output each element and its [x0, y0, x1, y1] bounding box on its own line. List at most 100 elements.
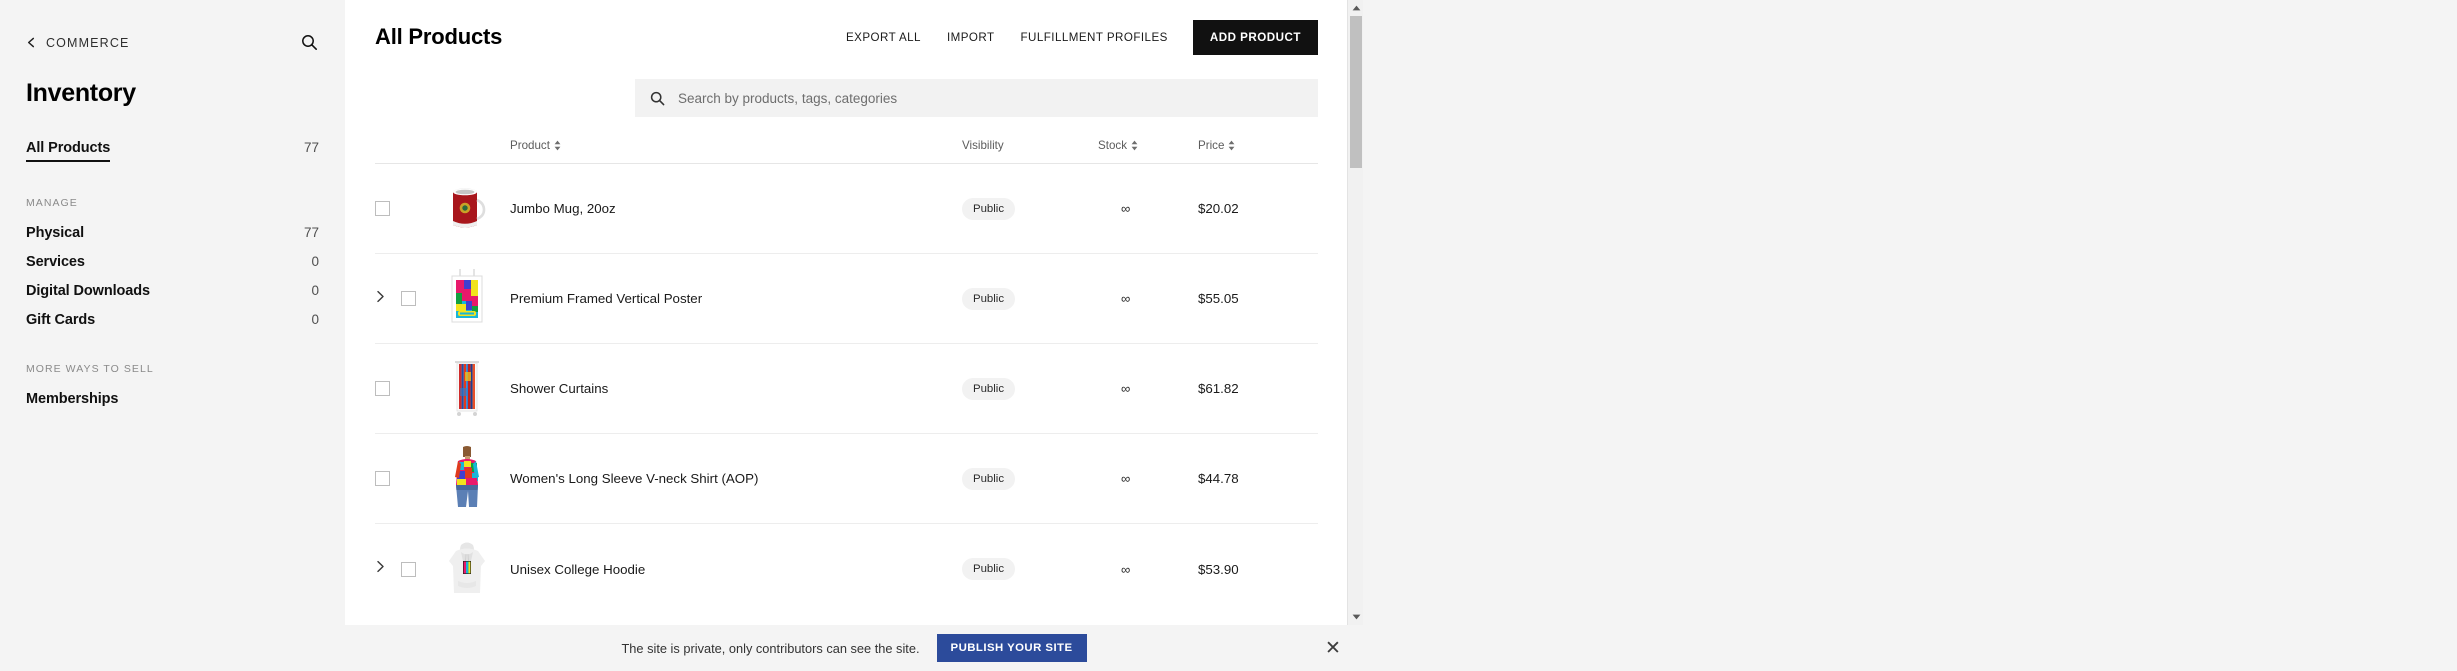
page-title: All Products: [375, 24, 503, 49]
banner-message: The site is private, only contributors c…: [621, 640, 920, 656]
chevron-right-icon[interactable]: [375, 290, 385, 306]
row-select-cell: [401, 561, 443, 577]
scroll-down-button[interactable]: [1348, 609, 1363, 625]
sidebar-item-physical[interactable]: Physical 77: [26, 218, 319, 247]
chevron-right-icon[interactable]: [375, 560, 385, 576]
search-input[interactable]: Search by products, tags, categories: [635, 79, 1318, 117]
product-thumbnail-cell: [443, 266, 491, 332]
sidebar-item-count: 77: [303, 224, 319, 240]
sidebar-item-digital-downloads[interactable]: Digital Downloads 0: [26, 276, 319, 305]
panel-inner: All Products EXPORT ALL IMPORT FULFILLME…: [345, 0, 1363, 625]
product-name: Women's Long Sleeve V-neck Shirt (AOP): [510, 471, 759, 486]
column-label: Price: [1198, 139, 1225, 152]
sidebar-item-label: Physical: [26, 224, 85, 241]
table-row[interactable]: Jumbo Mug, 20oz Public ∞ $20.02: [375, 164, 1318, 254]
visibility-cell: Public: [962, 197, 1098, 220]
publish-your-site-button[interactable]: PUBLISH YOUR SITE: [936, 634, 1087, 662]
sidebar-item-label: Services: [26, 253, 85, 270]
fulfillment-profiles-button[interactable]: FULFILLMENT PROFILES: [1008, 31, 1181, 44]
status-badge: Public: [962, 467, 1016, 490]
search-icon: [650, 91, 665, 106]
visibility-cell: Public: [962, 467, 1098, 490]
sidebar-item-memberships[interactable]: Memberships: [26, 384, 319, 413]
table-row[interactable]: Shower Curtains Public ∞ $61.82: [375, 344, 1318, 434]
stock-value: ∞: [1121, 201, 1131, 216]
visibility-cell: Public: [962, 287, 1098, 310]
product-thumbnail-cell: [443, 536, 491, 602]
close-icon[interactable]: ✕: [1325, 639, 1341, 658]
table-row[interactable]: Women's Long Sleeve V-neck Shirt (AOP) P…: [375, 434, 1318, 524]
row-expander-cell: [375, 560, 401, 578]
row-checkbox[interactable]: [375, 471, 390, 486]
app-root: COMMERCE Inventory All Products 77 MANAG…: [0, 0, 2457, 671]
status-badge: Public: [962, 287, 1016, 310]
table-row[interactable]: Unisex College Hoodie Public ∞ $53.90: [375, 524, 1318, 614]
sort-icon: [1131, 140, 1138, 151]
table-row[interactable]: Premium Framed Vertical Poster Public ∞ …: [375, 254, 1318, 344]
sidebar-item-label: Digital Downloads: [26, 282, 150, 299]
sidebar-title: Inventory: [26, 79, 136, 107]
status-badge: Public: [962, 558, 1016, 580]
product-thumbnail-cell: [443, 176, 491, 242]
sort-icon: [554, 140, 561, 151]
product-thumbnail-cell: [443, 445, 491, 512]
sidebar-group-manage: Physical 77 Services 0 Digital Downloads…: [0, 218, 345, 334]
sidebar-item-label: All Products: [26, 140, 110, 162]
row-select-cell: [375, 381, 417, 396]
stock-value: ∞: [1121, 471, 1131, 486]
row-checkbox[interactable]: [401, 561, 416, 577]
shower-curtain-thumbnail: [443, 356, 491, 422]
mug-red-thumbnail: [443, 176, 491, 242]
export-all-button[interactable]: EXPORT ALL: [833, 31, 934, 44]
column-header-stock[interactable]: Stock: [1098, 139, 1198, 152]
sidebar-group-more-ways-to-sell: Memberships: [0, 384, 345, 413]
sidebar-item-count: 0: [311, 282, 319, 298]
sidebar-item-gift-cards[interactable]: Gift Cards 0: [26, 305, 319, 334]
price-value: $53.90: [1198, 561, 1239, 577]
product-name: Unisex College Hoodie: [510, 561, 646, 577]
price-value: $61.82: [1198, 381, 1239, 396]
row-checkbox[interactable]: [375, 381, 390, 396]
sidebar-search-icon[interactable]: [301, 34, 318, 51]
panel-scrollbar[interactable]: [1347, 0, 1363, 625]
stock-value: ∞: [1121, 561, 1131, 577]
chevron-left-icon: [26, 37, 37, 48]
sidebar-item-label: Memberships: [26, 390, 119, 407]
sidebar-section-heading-more-ways-to-sell: MORE WAYS TO SELL: [26, 363, 154, 375]
stock-value: ∞: [1121, 381, 1131, 396]
framed-poster-thumbnail: [443, 266, 491, 332]
row-checkbox[interactable]: [375, 201, 390, 216]
sidebar-topbar: COMMERCE: [0, 0, 345, 51]
row-expander-cell: [375, 290, 401, 308]
product-name: Premium Framed Vertical Poster: [510, 291, 703, 306]
scroll-up-button[interactable]: [1348, 0, 1363, 16]
back-to-commerce-button[interactable]: COMMERCE: [26, 36, 130, 50]
model-shirt-thumbnail: [443, 445, 491, 512]
search-placeholder: Search by products, tags, categories: [678, 90, 898, 106]
sidebar-item-all-products[interactable]: All Products 77: [26, 134, 319, 168]
header-actions: EXPORT ALL IMPORT FULFILLMENT PROFILES A…: [833, 19, 1318, 55]
back-label: COMMERCE: [46, 35, 130, 50]
sidebar-item-count: 77: [303, 140, 319, 155]
scrollbar-thumb[interactable]: [1350, 16, 1362, 168]
column-header-product[interactable]: Product: [491, 139, 962, 152]
hoodie-gray-thumbnail: [443, 536, 491, 602]
column-label: Product: [510, 139, 550, 152]
add-product-button[interactable]: ADD PRODUCT: [1192, 19, 1318, 55]
sidebar-item-services[interactable]: Services 0: [26, 247, 319, 276]
column-label: Visibility: [962, 139, 1004, 152]
import-button[interactable]: IMPORT: [934, 31, 1008, 44]
products-table: Product Visibility Stock Price Jumbo Mug…: [345, 139, 1363, 614]
sidebar-section-heading-manage: MANAGE: [26, 197, 78, 209]
status-badge: Public: [962, 377, 1016, 400]
column-header-visibility: Visibility: [962, 139, 1098, 152]
column-header-price[interactable]: Price: [1198, 139, 1318, 152]
search-area: Search by products, tags, categories: [345, 56, 1363, 117]
main-panel: All Products EXPORT ALL IMPORT FULFILLME…: [345, 0, 1363, 625]
row-checkbox[interactable]: [401, 291, 416, 306]
status-badge: Public: [962, 197, 1016, 220]
visibility-cell: Public: [962, 377, 1098, 400]
price-value: $55.05: [1198, 291, 1239, 306]
sidebar-primary-nav: All Products 77: [0, 108, 345, 168]
banner-content: The site is private, only contributors c…: [345, 625, 1363, 671]
